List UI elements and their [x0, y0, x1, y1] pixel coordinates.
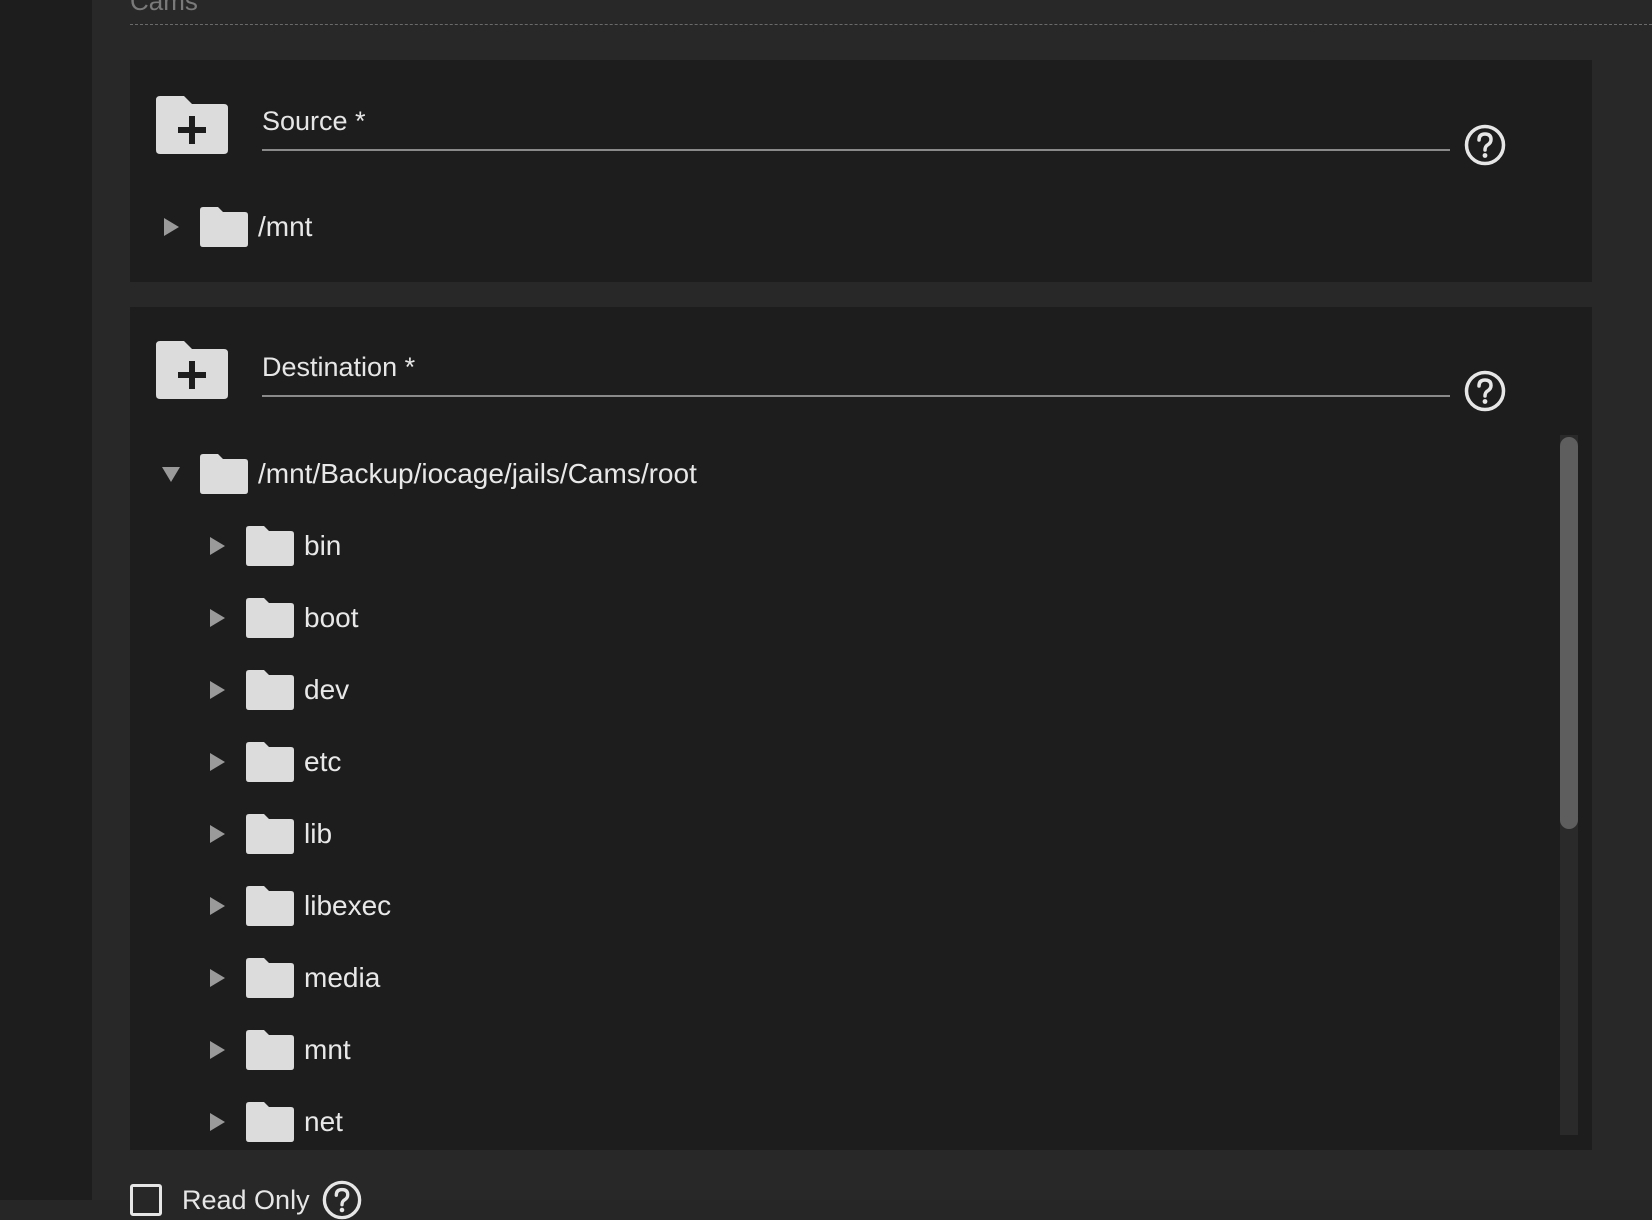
folder-icon	[246, 670, 294, 710]
help-circle-icon[interactable]	[1464, 124, 1506, 166]
tree-node-label: lib	[304, 818, 333, 849]
folder-icon	[200, 454, 248, 494]
tree-node-boot[interactable]: boot	[202, 593, 359, 643]
folder-icon	[246, 598, 294, 638]
tree-node-bin[interactable]: bin	[202, 521, 341, 571]
tree-node-label: boot	[304, 602, 359, 633]
folder-icon	[246, 526, 294, 566]
tree-node-label: dev	[304, 674, 350, 705]
left-sidebar	[0, 0, 92, 1200]
triangle-right-icon[interactable]	[202, 603, 232, 633]
triangle-right-icon[interactable]	[202, 1035, 232, 1065]
triangle-right-icon[interactable]	[202, 531, 232, 561]
triangle-down-icon[interactable]	[156, 459, 186, 489]
tree-node-lib[interactable]: lib	[202, 809, 332, 859]
folder-icon	[246, 1102, 294, 1142]
tree-node-label: mnt	[304, 1034, 351, 1065]
read-only-checkbox[interactable]	[130, 1184, 162, 1216]
read-only-row[interactable]: Read Only	[130, 1180, 362, 1220]
help-circle-icon[interactable]	[322, 1180, 362, 1220]
tree-node-net[interactable]: net	[202, 1097, 343, 1147]
tree-node-label: net	[304, 1106, 343, 1137]
read-only-label: Read Only	[182, 1184, 310, 1215]
tree-scrollbar-thumb[interactable]	[1560, 437, 1578, 829]
folder-plus-icon[interactable]	[156, 96, 228, 154]
tree-node-mnt[interactable]: mnt	[202, 1025, 351, 1075]
name-field-text: Cams	[130, 0, 198, 16]
triangle-right-icon[interactable]	[202, 819, 232, 849]
destination-input[interactable]	[262, 335, 1450, 395]
tree-node-label: /mnt	[258, 211, 313, 242]
folder-icon	[246, 886, 294, 926]
source-field[interactable]: Source *	[262, 89, 1450, 151]
tree-node-label: bin	[304, 530, 342, 561]
help-circle-icon[interactable]	[1464, 370, 1506, 412]
tree-node-label: libexec	[304, 890, 392, 921]
folder-icon	[246, 742, 294, 782]
destination-panel: Destination * /mnt/Backup/iocage/jails/C…	[130, 307, 1592, 1150]
tree-node-label: media	[304, 962, 381, 993]
folder-icon	[246, 814, 294, 854]
triangle-right-icon[interactable]	[202, 963, 232, 993]
name-field-partial[interactable]: Cams	[130, 0, 1652, 25]
tree-node-root[interactable]: /mnt/Backup/iocage/jails/Cams/root	[156, 449, 697, 499]
tree-node-mnt[interactable]: /mnt	[156, 202, 312, 252]
triangle-right-icon[interactable]	[202, 675, 232, 705]
tree-node-label: etc	[304, 746, 342, 777]
folder-icon	[246, 958, 294, 998]
source-panel: Source * /mnt	[130, 60, 1592, 282]
tree-node-dev[interactable]: dev	[202, 665, 349, 715]
triangle-right-icon[interactable]	[156, 212, 186, 242]
folder-icon	[246, 1030, 294, 1070]
tree-node-libexec[interactable]: libexec	[202, 881, 391, 931]
folder-icon	[200, 207, 248, 247]
tree-node-media[interactable]: media	[202, 953, 380, 1003]
triangle-right-icon[interactable]	[202, 747, 232, 777]
tree-node-label: /mnt/Backup/iocage/jails/Cams/root	[258, 458, 697, 489]
folder-plus-icon[interactable]	[156, 341, 228, 399]
tree-node-etc[interactable]: etc	[202, 737, 341, 787]
triangle-right-icon[interactable]	[202, 891, 232, 921]
destination-field[interactable]: Destination *	[262, 335, 1450, 397]
source-input[interactable]	[262, 89, 1450, 149]
triangle-right-icon[interactable]	[202, 1107, 232, 1137]
